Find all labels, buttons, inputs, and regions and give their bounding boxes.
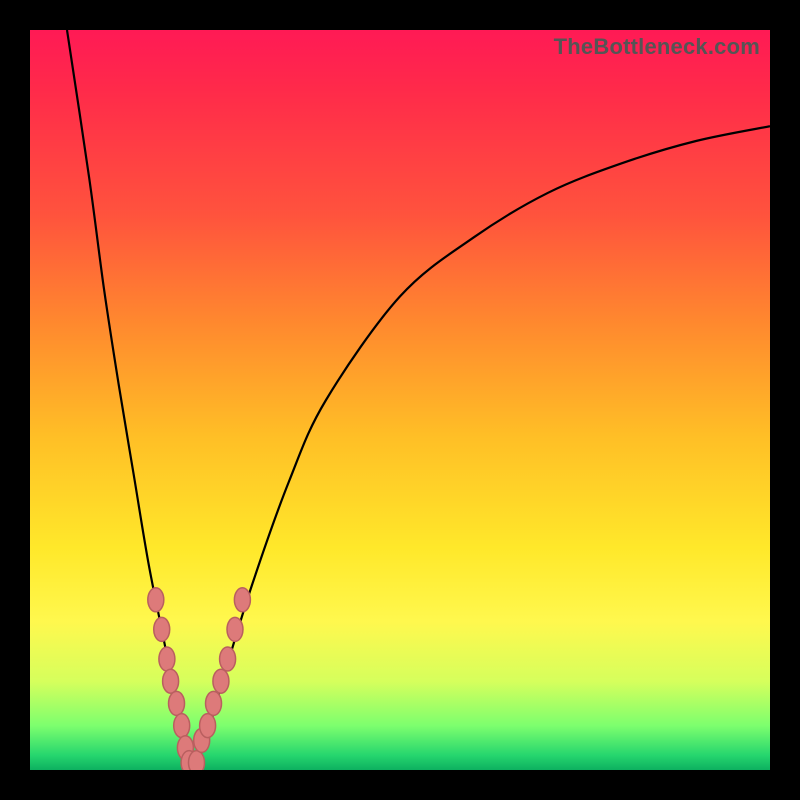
bead-point xyxy=(189,751,205,770)
bead-point xyxy=(220,647,236,671)
bead-point xyxy=(163,669,179,693)
bead-point xyxy=(148,588,164,612)
bead-point xyxy=(206,691,222,715)
sample-beads xyxy=(148,588,251,770)
bead-point xyxy=(213,669,229,693)
bead-point xyxy=(169,691,185,715)
bead-point xyxy=(227,617,243,641)
bead-point xyxy=(234,588,250,612)
plot-area: TheBottleneck.com xyxy=(30,30,770,770)
curve-layer xyxy=(30,30,770,770)
bead-point xyxy=(154,617,170,641)
bead-point xyxy=(159,647,175,671)
chart-frame: TheBottleneck.com xyxy=(0,0,800,800)
bead-point xyxy=(200,714,216,738)
curve-right-branch xyxy=(193,126,770,770)
bead-point xyxy=(174,714,190,738)
